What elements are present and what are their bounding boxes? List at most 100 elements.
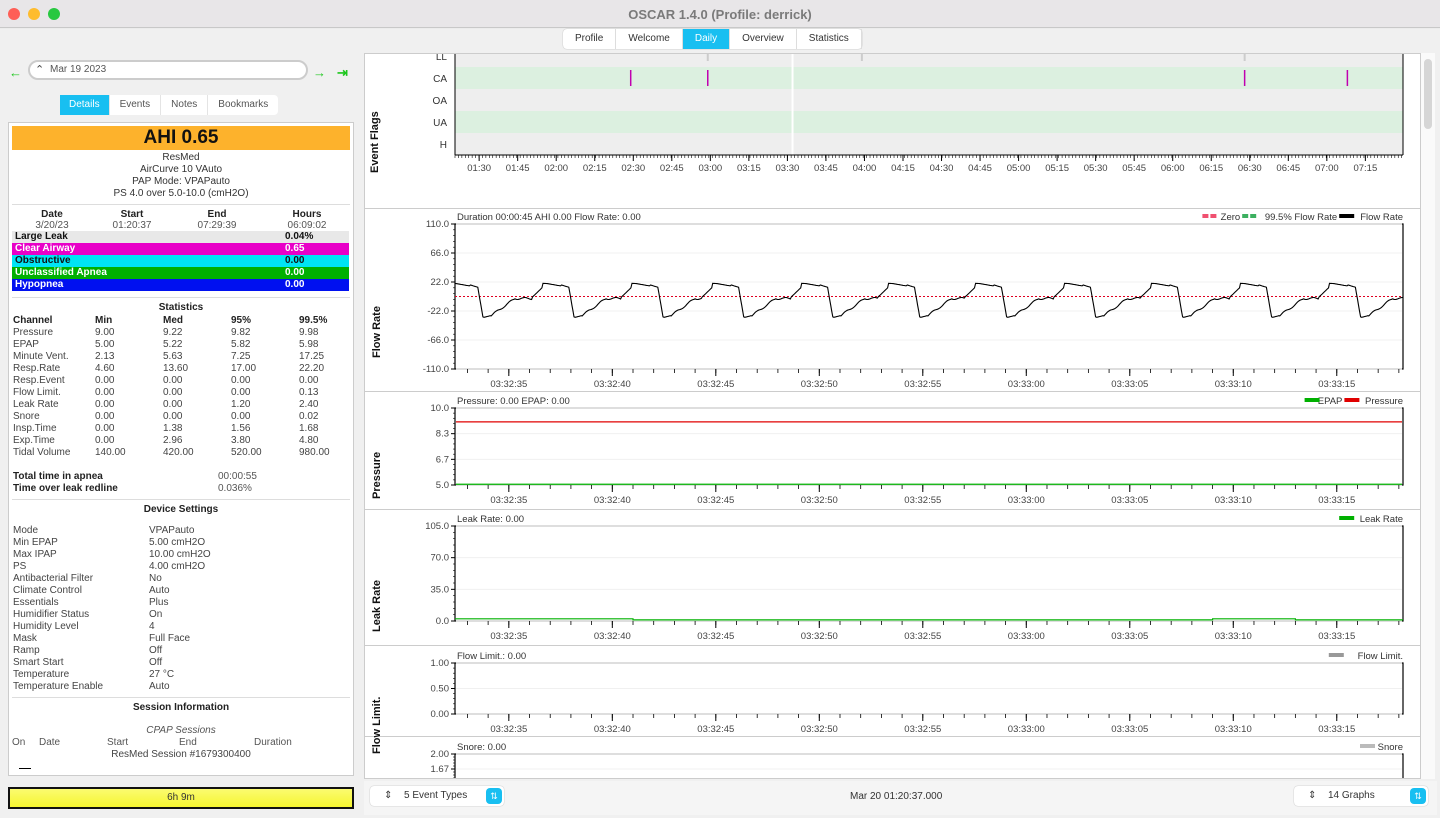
stats-cell: 5.82	[231, 339, 251, 350]
setting-row: Mode VPAPauto	[10, 525, 214, 537]
date-picker[interactable]: ⌃ Mar 19 2023	[28, 60, 308, 80]
arrow-left-icon: ←	[9, 65, 22, 80]
event-index-row: Obstructive 0.00	[12, 255, 349, 267]
time-cursor[interactable]	[791, 54, 794, 180]
apnea-time-label: Total time in apnea	[13, 471, 103, 482]
event-label: Clear Airway	[15, 243, 76, 254]
tab-details[interactable]: Details	[60, 95, 110, 115]
legend-label: Leak Rate	[1360, 514, 1403, 525]
session-header: End	[179, 737, 197, 748]
date-value: Mar 19 2023	[50, 64, 107, 75]
divider	[12, 204, 350, 205]
stats-cell: Leak Rate	[13, 399, 59, 410]
flow-rate-graph[interactable]: Duration 00:00:45 AHI 0.00 Flow Rate: 0.…	[365, 209, 1420, 392]
tab-events[interactable]: Events	[110, 95, 162, 115]
stats-cell: 0.00	[95, 411, 115, 422]
summary-table: Date Start End Hours 3/20/23 01:20:37 07…	[12, 209, 352, 231]
x-tick-label: 03:32:40	[594, 724, 631, 735]
stats-cell: 0.00	[95, 387, 115, 398]
leak-rate-graph-svg: Leak Rate: 0.00 Leak Rate 105.0 70.0 35.0 0.0…	[425, 514, 1404, 642]
event-types-label: 5 Event Types	[404, 790, 468, 801]
x-tick-label: 03:33:15	[1318, 631, 1355, 642]
plot-area[interactable]	[454, 525, 1404, 622]
setting-value: VPAPauto	[149, 525, 195, 536]
y-tick-label: 5.0	[436, 480, 449, 491]
stats-row: Pressure 9.00 9.22 9.82 9.98	[10, 327, 350, 339]
pressure-graph[interactable]: Pressure: 0.00 EPAP: 0.00 Pressure EPAP 10.…	[365, 393, 1420, 510]
tab-profile[interactable]: Profile	[563, 29, 617, 49]
chevron-up-icon[interactable]: ⌃	[35, 62, 44, 78]
device-info: ResMed AirCurve 10 VAuto PAP Mode: VPAPa…	[9, 152, 353, 200]
event-flags-graph[interactable]: LL CA OA UA H 01:30 01:45 02:00 02:15 02:30 02:45 0…	[365, 54, 1420, 209]
event-index-row: Large Leak 0.04%	[12, 231, 349, 243]
cursor-timestamp: Mar 20 01:20:37.000	[850, 791, 943, 802]
stats-cell: 9.82	[231, 327, 251, 338]
setting-row: Temperature Enable Auto	[10, 681, 214, 693]
stats-cell: 1.38	[163, 423, 183, 434]
graphs-select[interactable]: ⇕ 14 Graphs ⇅	[1294, 786, 1428, 806]
scrollbar-thumb[interactable]	[1424, 59, 1432, 129]
y-tick-label: 2.00	[431, 749, 450, 760]
divider	[12, 697, 350, 698]
event-row-band	[455, 89, 1403, 111]
x-tick-label: 04:45	[968, 163, 992, 174]
large-leak-mark	[1243, 54, 1246, 61]
stats-cell: 5.63	[163, 351, 183, 362]
leak-redline-value: 0.036%	[218, 483, 252, 494]
x-tick-label: 03:33:00	[1008, 724, 1045, 735]
summary-header: End	[207, 209, 227, 220]
tab-statistics[interactable]: Statistics	[797, 29, 862, 49]
x-tick-label: 03:33:05	[1111, 631, 1148, 642]
detail-tabs: Details Events Notes Bookmarks	[60, 95, 279, 115]
setting-row: Ramp Off	[10, 645, 214, 657]
stats-cell: 520.00	[231, 447, 262, 458]
main-tabs: Profile Welcome Daily Overview Statistic…	[563, 29, 862, 49]
stats-cell: 0.00	[231, 411, 251, 422]
previous-day-button[interactable]: ←	[9, 65, 22, 80]
y-tick-label: 0.00	[431, 709, 450, 720]
tab-welcome[interactable]: Welcome	[616, 29, 683, 49]
session-header: Date	[39, 737, 61, 748]
stats-cell: 140.00	[95, 447, 126, 458]
setting-value: Off	[149, 645, 163, 656]
x-tick-label: 03:32:45	[697, 631, 734, 642]
stats-row: Flow Limit. 0.00 0.00 0.00 0.13	[10, 387, 350, 399]
x-tick-label: 03:32:45	[697, 724, 734, 735]
tab-bookmarks[interactable]: Bookmarks	[208, 95, 278, 115]
stats-cell: 0.13	[299, 387, 319, 398]
stats-header: Channel	[13, 315, 53, 326]
setting-value: 4.00 cmH2O	[149, 561, 206, 572]
session-checkbox[interactable]	[19, 768, 31, 769]
x-tick-label: 06:45	[1276, 163, 1300, 174]
plot-area[interactable]	[454, 753, 1404, 779]
setting-row: Min EPAP 5.00 cmH2O	[10, 537, 214, 549]
stats-header: 99.5%	[299, 315, 328, 326]
legend-swatch	[1250, 214, 1257, 218]
flow-limitation-graph[interactable]: Flow Limit.: 0.00 Flow Limit. 1.00 0.50 0.00…	[365, 647, 1420, 754]
setting-name: Humidifier Status	[13, 609, 90, 620]
plot-area[interactable]	[454, 407, 1404, 486]
next-day-button[interactable]: →	[313, 65, 326, 80]
event-label: Obstructive	[15, 255, 71, 266]
setting-row: Climate Control Auto	[10, 585, 214, 597]
stats-cell: 0.00	[163, 399, 183, 410]
snore-graph[interactable]: Snore: 0.00 Snore 2.00 1.67	[365, 738, 1420, 779]
tab-overview[interactable]: Overview	[730, 29, 797, 49]
stats-cell: 1.56	[231, 423, 251, 434]
stats-cell: 0.00	[163, 375, 183, 386]
tab-notes[interactable]: Notes	[161, 95, 209, 115]
latest-day-button[interactable]: ⇥	[337, 65, 348, 81]
y-tick-label: 22.0	[431, 277, 450, 288]
stats-cell: 0.00	[95, 435, 115, 446]
leak-rate-graph[interactable]: Leak Rate: 0.00 Leak Rate 105.0 70.0 35.0 0.0…	[365, 511, 1420, 646]
graphs-scrollbar[interactable]	[1421, 53, 1435, 779]
event-label: Unclassified Apnea	[15, 267, 107, 278]
device-mode: PAP Mode: VPAPauto	[132, 176, 230, 187]
tab-daily[interactable]: Daily	[682, 29, 731, 49]
legend-swatch	[1210, 214, 1217, 218]
select-arrows-icon: ⇅	[1410, 788, 1426, 804]
event-types-select[interactable]: ⇕ 5 Event Types ⇅	[370, 786, 504, 806]
stats-cell: Resp.Rate	[13, 363, 61, 374]
stats-cell: 9.22	[163, 327, 183, 338]
stats-cell: 22.20	[299, 363, 325, 374]
